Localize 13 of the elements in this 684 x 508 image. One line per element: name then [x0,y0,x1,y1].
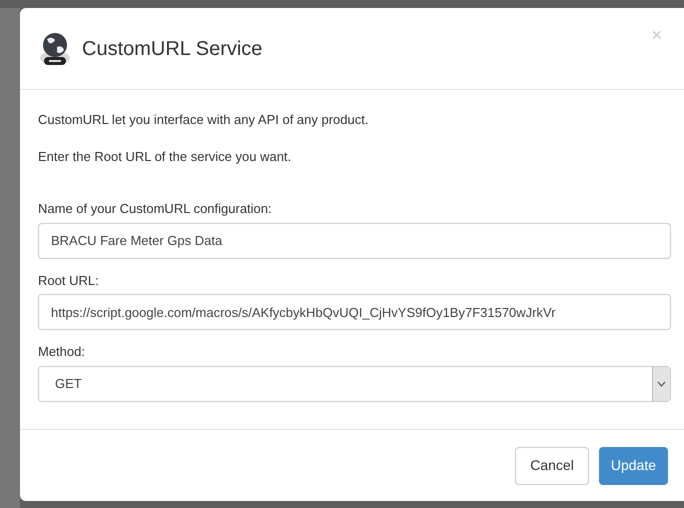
globe-url-icon [38,30,72,66]
text-field[interactable]: https://script.google.com/macros/s/AKfycbykHbQvUQI_CjHvYS9fOy1By7F31570wJrkVr [38,294,671,330]
field-label: Method: [38,343,86,361]
dialog-title: CustomURL Service [82,36,262,62]
update-button[interactable]: Update [598,446,668,484]
cancel-button[interactable]: Cancel [515,446,589,484]
text-field[interactable]: BRACU Fare Meter Gps Data [38,222,671,258]
field-label: Root URL: [38,272,100,290]
intro-text: Enter the Root URL of the service you want. [38,148,292,166]
intro-text: CustomURL let you interface with any API of any product. [38,111,370,129]
method-select[interactable]: GET [38,366,671,402]
chevron-icon [652,366,670,400]
field-label: Name of your CustomURL configuration: [38,200,273,218]
